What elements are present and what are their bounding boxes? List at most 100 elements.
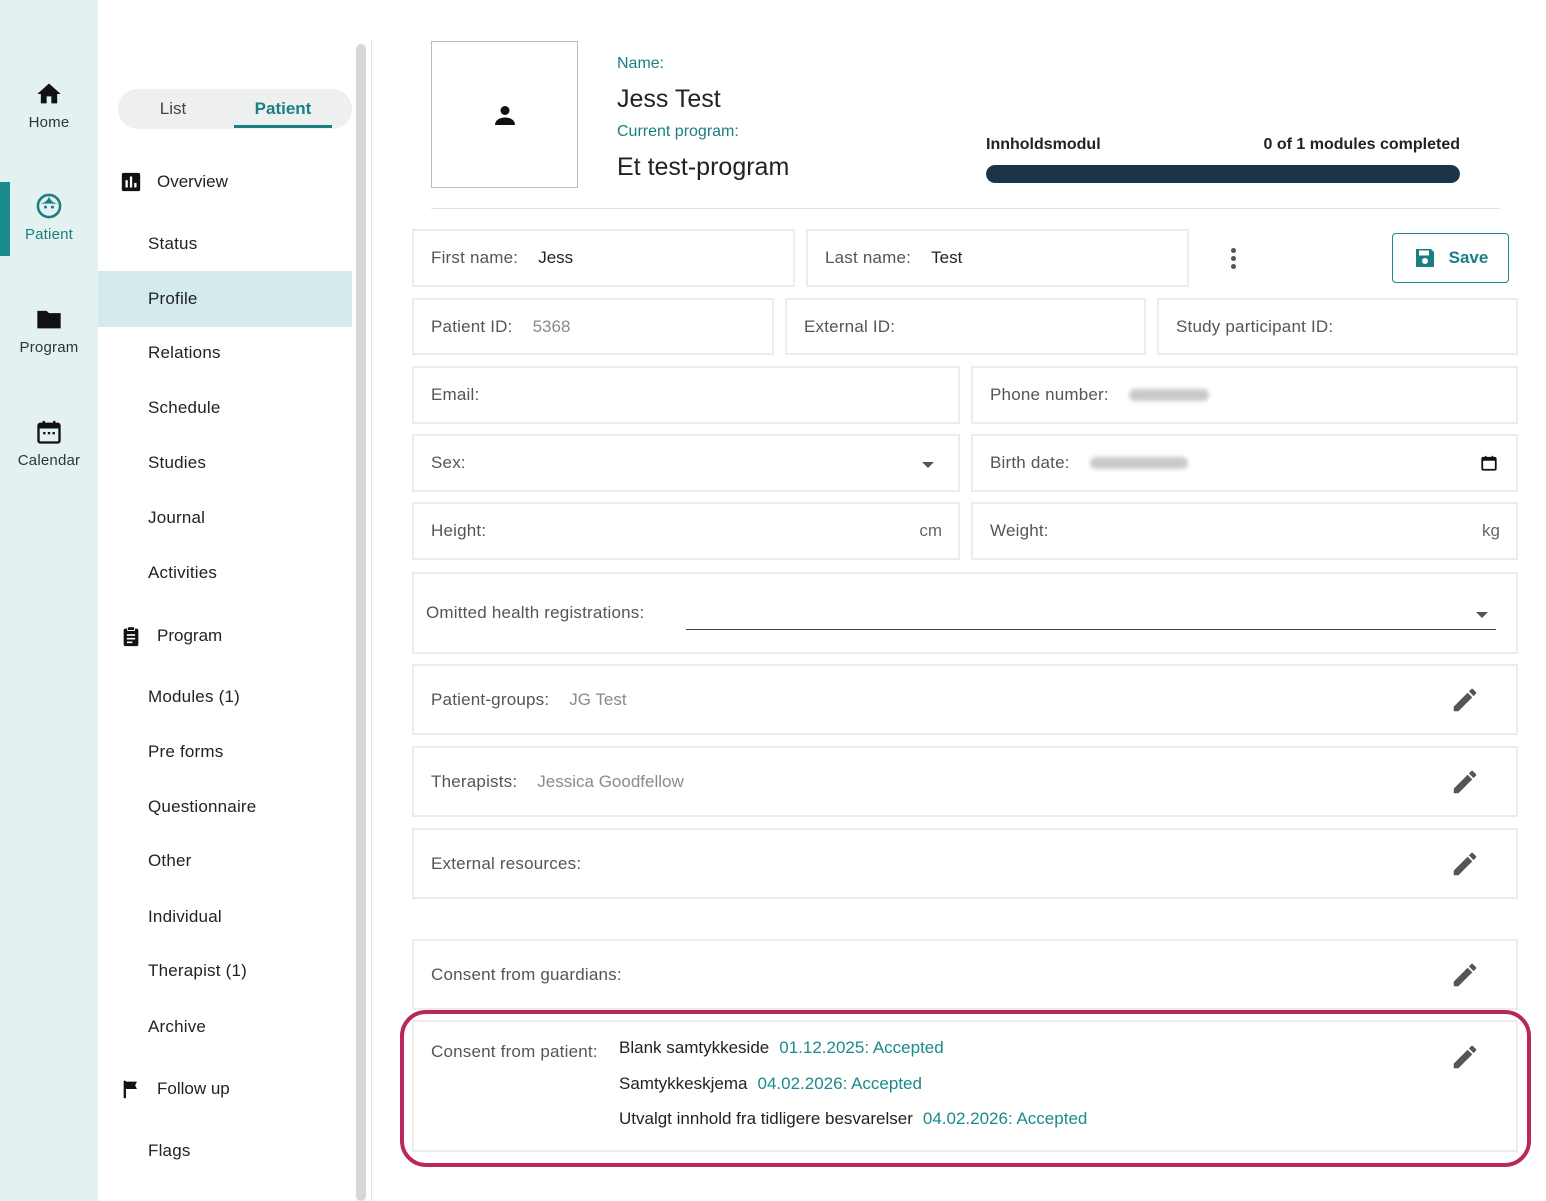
field-label: External ID: xyxy=(804,316,896,336)
patient-id-value: 5368 xyxy=(532,316,571,336)
patient-subnav: List Patient Overview Status Profile Rel… xyxy=(98,0,370,1201)
nav-item-individual[interactable]: Individual xyxy=(98,889,352,945)
rail-item-home[interactable]: Home xyxy=(0,80,98,131)
sex-select[interactable]: Sex: xyxy=(412,434,960,492)
edit-icon[interactable] xyxy=(1450,849,1480,879)
height-field[interactable]: Height: cm xyxy=(412,502,960,560)
save-icon xyxy=(1415,249,1434,267)
edit-icon[interactable] xyxy=(1450,960,1480,990)
rail-item-patient[interactable]: Patient xyxy=(0,192,98,243)
nav-section-follow-up[interactable]: Follow up xyxy=(120,1074,230,1104)
toggle-list-button[interactable]: List xyxy=(118,89,228,129)
nav-item-modules[interactable]: Modules (1) xyxy=(98,669,352,725)
view-toggle: List Patient xyxy=(118,89,352,129)
birth-date-value-redacted xyxy=(1089,457,1188,469)
program-name: Et test-program xyxy=(617,153,790,181)
nav-item-studies[interactable]: Studies xyxy=(98,435,352,491)
patient-groups-field: Patient-groups: JG Test xyxy=(412,664,1518,735)
patient-name: Jess Test xyxy=(617,85,721,113)
person-icon xyxy=(494,105,515,125)
field-label: Weight: xyxy=(990,521,1049,540)
calendar-icon[interactable] xyxy=(1480,454,1498,472)
weight-unit: kg xyxy=(1482,521,1500,540)
name-label: Name: xyxy=(617,55,665,72)
field-label: Patient-groups: xyxy=(431,689,550,709)
program-label: Current program: xyxy=(617,123,739,140)
nav-item-profile[interactable]: Profile xyxy=(98,271,352,327)
nav-section-label: Program xyxy=(157,626,223,645)
external-resources-field: External resources: xyxy=(412,828,1518,899)
edit-icon[interactable] xyxy=(1450,685,1480,715)
birth-date-field[interactable]: Birth date: xyxy=(971,434,1518,492)
chevron-down-icon[interactable] xyxy=(1476,612,1488,618)
field-label: First name: xyxy=(431,248,519,267)
face-icon xyxy=(36,193,62,219)
guardian-consent-field: Consent from guardians: xyxy=(412,939,1518,1010)
nav-section-label: Follow up xyxy=(157,1079,230,1098)
subnav-scrollbar[interactable] xyxy=(356,44,366,1201)
rail-item-label: Calendar xyxy=(17,452,81,469)
folder-icon xyxy=(37,310,61,329)
module-title: Innholdsmodul xyxy=(986,136,1101,153)
nav-item-archive[interactable]: Archive xyxy=(98,999,352,1055)
avatar xyxy=(431,41,578,188)
field-label: Therapists: xyxy=(431,771,518,791)
highlight-annotation xyxy=(400,1010,1531,1167)
field-label: Consent from guardians: xyxy=(431,964,622,984)
rail-item-label: Program xyxy=(19,339,79,356)
last-name-field[interactable]: Last name: Test xyxy=(806,229,1189,287)
weight-field[interactable]: Weight: kg xyxy=(971,502,1518,560)
field-label: Omitted health registrations: xyxy=(426,603,645,622)
home-icon xyxy=(37,83,61,104)
first-name-value[interactable]: Jess xyxy=(538,248,573,268)
nav-item-relations[interactable]: Relations xyxy=(98,325,352,381)
nav-item-journal[interactable]: Journal xyxy=(98,490,352,546)
more-options-icon[interactable] xyxy=(1218,243,1248,273)
nav-item-pre-forms[interactable]: Pre forms xyxy=(98,724,352,780)
field-label: Phone number: xyxy=(990,385,1109,404)
field-label: Email: xyxy=(431,385,480,404)
chart-icon xyxy=(121,172,141,192)
edit-icon[interactable] xyxy=(1450,767,1480,797)
calendar-icon xyxy=(37,420,61,444)
therapists-value: Jessica Goodfellow xyxy=(537,771,684,791)
field-label: Birth date: xyxy=(990,453,1070,472)
rail-item-label: Home xyxy=(28,114,70,131)
nav-section-overview[interactable]: Overview xyxy=(120,167,228,197)
last-name-value[interactable]: Test xyxy=(931,248,962,268)
email-field[interactable]: Email: xyxy=(412,366,960,424)
nav-item-questionnaire[interactable]: Questionnaire xyxy=(98,779,352,835)
phone-field[interactable]: Phone number: xyxy=(971,366,1518,424)
phone-value-redacted xyxy=(1128,389,1209,401)
nav-item-other[interactable]: Other xyxy=(98,833,352,889)
patient-id-field[interactable]: Patient ID: 5368 xyxy=(412,298,774,355)
field-label: Patient ID: xyxy=(431,316,513,336)
nav-section-label: Overview xyxy=(157,172,228,191)
field-label: Study participant ID: xyxy=(1176,316,1334,336)
nav-item-therapist[interactable]: Therapist (1) xyxy=(98,943,352,999)
field-label: Sex: xyxy=(431,453,466,472)
nav-item-status[interactable]: Status xyxy=(98,216,352,272)
save-button[interactable]: Save xyxy=(1392,233,1509,283)
nav-item-activities[interactable]: Activities xyxy=(98,545,352,601)
rail-item-program[interactable]: Program xyxy=(0,305,98,356)
flag-icon xyxy=(123,1080,137,1099)
clipboard-icon xyxy=(123,626,139,647)
study-participant-id-field[interactable]: Study participant ID: xyxy=(1157,298,1518,355)
first-name-field[interactable]: First name: Jess xyxy=(412,229,795,287)
module-count: 0 of 1 modules completed xyxy=(1263,136,1460,153)
therapists-field: Therapists: Jessica Goodfellow xyxy=(412,746,1518,817)
nav-item-flags[interactable]: Flags xyxy=(98,1123,352,1179)
external-id-field[interactable]: External ID: xyxy=(785,298,1146,355)
nav-section-program[interactable]: Program xyxy=(120,621,222,651)
omitted-registrations-field[interactable]: Omitted health registrations: xyxy=(412,572,1518,654)
rail-item-label: Patient xyxy=(24,226,74,243)
save-label: Save xyxy=(1448,248,1489,267)
omitted-select-underline xyxy=(686,629,1496,630)
toggle-patient-button[interactable]: Patient xyxy=(234,89,332,128)
field-label: External resources: xyxy=(431,853,582,873)
rail-item-calendar[interactable]: Calendar xyxy=(0,418,98,469)
nav-item-schedule[interactable]: Schedule xyxy=(98,380,352,436)
module-progress-bar xyxy=(986,165,1460,183)
chevron-down-icon xyxy=(922,462,934,468)
